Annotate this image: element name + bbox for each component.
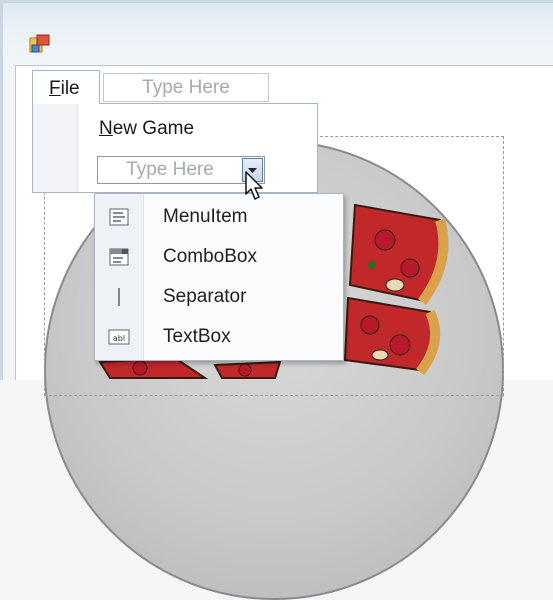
popup-item-label: MenuItem	[163, 206, 248, 227]
mouse-cursor-icon	[245, 171, 263, 200]
combobox-icon	[109, 248, 129, 266]
pizza-slice-right	[343, 296, 441, 376]
popup-item-label: TextBox	[163, 326, 231, 347]
popup-item-label: ComboBox	[163, 246, 257, 267]
popup-item-separator[interactable]: Separator	[95, 277, 343, 317]
popup-item-textbox[interactable]: abl TextBox	[95, 317, 343, 357]
pizza-slice-top-right	[348, 203, 449, 305]
file-menu-label: File	[49, 78, 80, 99]
popup-item-label: Separator	[163, 286, 247, 307]
textbox-icon-text: abl	[113, 334, 125, 343]
dropdown-image-margin	[33, 104, 78, 192]
dropdown-type-here-combo[interactable]: Type Here	[97, 156, 265, 184]
popup-item-menuitem[interactable]: MenuItem	[95, 197, 343, 237]
file-dropdown: New Game Type Here	[32, 103, 318, 193]
dropdown-type-here-text[interactable]: Type Here	[98, 157, 242, 183]
menu-item-icon	[109, 208, 129, 226]
pizza-slice-bottom-left	[98, 356, 209, 379]
file-menu[interactable]: File	[32, 70, 100, 104]
menu-type-here-box[interactable]: Type Here	[103, 73, 269, 102]
popup-item-combobox[interactable]: ComboBox	[95, 237, 343, 277]
item-type-popup: MenuItem ComboBox Separator abl TextBox	[94, 193, 344, 361]
separator-icon	[118, 288, 120, 306]
textbox-icon: abl	[108, 329, 130, 345]
menu-item-new-game[interactable]: New Game	[99, 118, 194, 140]
pizza-slice-bottom-center	[213, 360, 282, 379]
